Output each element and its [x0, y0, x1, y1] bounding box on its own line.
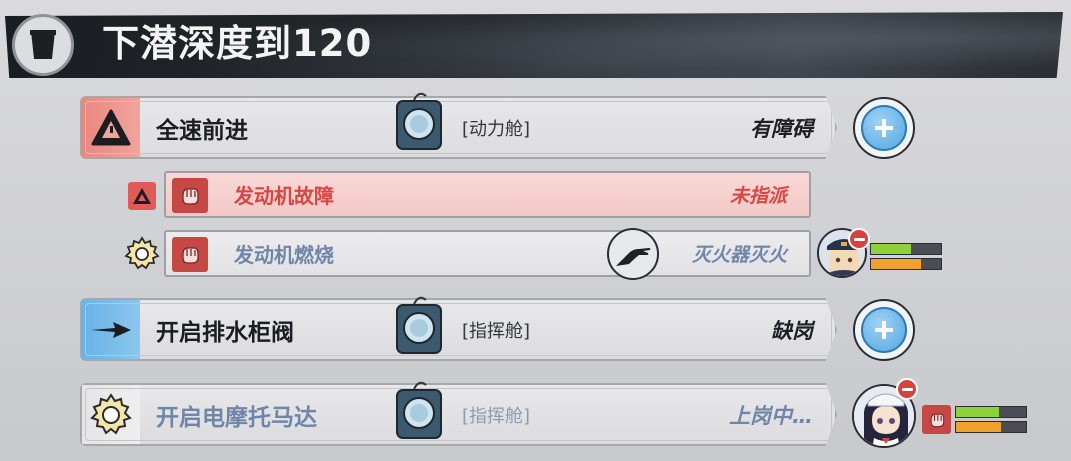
task-label: 开启排水柜阀	[156, 319, 294, 346]
task-strip	[82, 98, 140, 157]
task-label: 开启电摩托马达	[156, 404, 317, 431]
task-full-speed[interactable]: 全速前进 [动力舱] 有障碍	[80, 96, 837, 159]
mission-title: 下潜深度到120	[102, 22, 373, 65]
gear-icon	[90, 392, 132, 435]
task-room: [动力舱]	[462, 118, 531, 140]
subtask-engine-fault[interactable]: 发动机故障 未指派	[164, 171, 811, 218]
assign-crew-button[interactable]	[853, 97, 915, 159]
remove-crew-button[interactable]	[896, 378, 918, 400]
health-bar	[955, 406, 1027, 418]
assign-crew-button[interactable]	[853, 299, 915, 361]
stamina-bar	[955, 421, 1027, 433]
task-start-electric-motor[interactable]: 开启电摩托马达 [指挥舱] 上岗中…	[80, 383, 837, 446]
warning-icon	[128, 182, 156, 210]
warning-icon	[91, 109, 131, 145]
task-status: 有障碍	[750, 116, 813, 141]
fist-icon	[922, 405, 951, 434]
hand-icon	[607, 228, 659, 280]
fist-icon	[172, 237, 208, 272]
gear-icon	[124, 235, 160, 271]
task-room: [指挥舱]	[462, 320, 531, 342]
task-label: 全速前进	[156, 117, 248, 144]
health-bar	[870, 243, 942, 255]
fist-icon	[172, 178, 208, 213]
task-strip	[82, 385, 140, 444]
subtask-label: 发动机故障	[234, 184, 334, 208]
task-status: 缺岗	[771, 318, 813, 343]
remove-crew-button[interactable]	[848, 228, 870, 250]
mission-badge	[12, 14, 74, 76]
task-status: 上岗中…	[729, 403, 813, 428]
station-icon	[396, 381, 442, 439]
arrow-icon	[91, 321, 131, 338]
subtask-label: 发动机燃烧	[234, 243, 334, 267]
cup-icon	[30, 30, 56, 59]
task-room: [指挥舱]	[462, 405, 531, 427]
task-open-drain-valve[interactable]: 开启排水柜阀 [指挥舱] 缺岗	[80, 298, 837, 361]
task-strip	[82, 300, 140, 359]
plus-icon	[861, 307, 907, 353]
subtask-status: 未指派	[729, 185, 787, 207]
plus-icon	[861, 105, 907, 151]
subtask-status: 灭火器灭火	[691, 244, 787, 266]
stamina-bar	[870, 258, 942, 270]
station-icon	[396, 92, 442, 150]
subtask-engine-fire[interactable]: 发动机燃烧 灭火器灭火	[164, 230, 811, 277]
station-icon	[396, 296, 442, 354]
